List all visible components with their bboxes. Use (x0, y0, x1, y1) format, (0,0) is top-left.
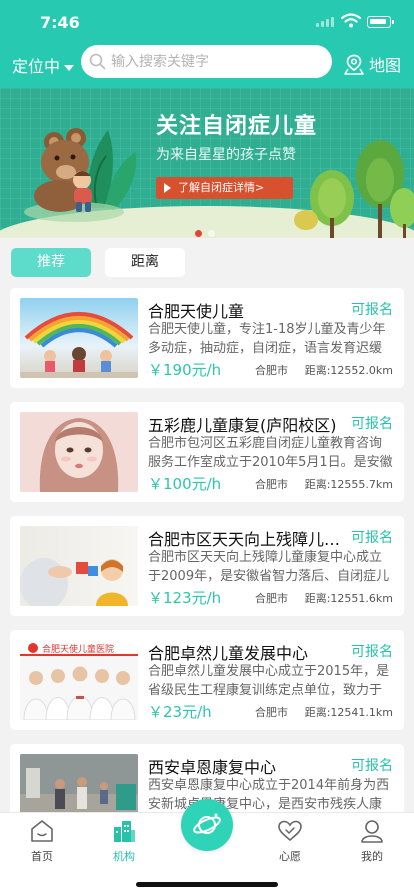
institution-city: 合肥市 (255, 706, 288, 719)
banner-cta-button[interactable]: 了解自闭症详情> (156, 177, 293, 199)
tab-mine[interactable]: 我的 (342, 819, 402, 864)
institution-distance: 距离:12551.6km (304, 592, 393, 605)
heart-icon (278, 820, 302, 842)
institution-card[interactable]: 五彩鹿儿童康复(庐阳校区) 可报名 合肥市包河区五彩鹿自闭症儿童教育咨询服务工作… (10, 402, 404, 502)
carousel-indicator (195, 222, 221, 241)
wifi-icon (341, 13, 361, 28)
building-icon (114, 821, 135, 842)
tab-institution[interactable]: 机构 (94, 819, 154, 864)
filter-distance[interactable]: 距离 (105, 248, 185, 277)
enroll-badge[interactable]: 可报名 (351, 641, 393, 661)
tab-wish[interactable]: 心愿 (260, 819, 320, 864)
institution-price: ￥123元/h (148, 589, 222, 607)
center-planet-button[interactable] (181, 799, 233, 851)
enroll-badge[interactable]: 可报名 (351, 527, 393, 547)
institution-distance: 距离:12541.1km (304, 706, 393, 719)
institution-card[interactable]: 合肥天使儿童 可报名 合肥天使儿童，专注1-18岁儿童及青少年多动症，抽动症，自… (10, 288, 404, 388)
banner-subtitle: 为来自星星的孩子点赞 (156, 147, 296, 163)
map-pin-icon (344, 54, 364, 75)
institution-name: 合肥市区天天向上残障儿童康复中心 (148, 530, 348, 549)
search-icon (89, 53, 106, 70)
institution-photo (20, 526, 138, 606)
signal-icon (316, 17, 338, 27)
institution-distance: 距离:12552.0km (304, 364, 393, 377)
bear-and-child-illustration (24, 128, 137, 222)
tab-home-label: 首页 (31, 850, 53, 863)
home-icon (31, 820, 53, 842)
institution-name: 五彩鹿儿童康复(庐阳校区) (148, 416, 337, 435)
tab-wish-label: 心愿 (279, 850, 301, 863)
institution-desc: 合肥天使儿童，专注1-18岁儿童及青少年多动症，抽动症，自闭症，语言发育迟缓等 (148, 322, 386, 356)
institution-desc: 西安卓恩康复中心成立于2014年前身为西安新城卓恩康复中心，是西安市残疾人康复 (148, 778, 390, 812)
status-bar: 7:46 (0, 0, 414, 44)
institution-city: 合肥市 (255, 592, 288, 605)
location-label: 定位中 (12, 57, 61, 76)
institution-price: ￥190元/h (148, 361, 222, 379)
status-time: 7:46 (40, 13, 80, 32)
tab-mine-label: 我的 (361, 850, 383, 863)
trees-illustration (294, 140, 414, 238)
institution-desc: 合肥卓然儿童发展中心成立于2015年，是省级民生工程康复训练定点单位，致力于 (148, 664, 390, 698)
planet-icon (193, 813, 221, 834)
enroll-badge[interactable]: 可报名 (351, 299, 393, 319)
banner-title: 关注自闭症儿童 (156, 114, 318, 139)
institution-name: 合肥天使儿童 (148, 302, 245, 321)
institution-price: ￥100元/h (148, 475, 222, 493)
institution-price: ￥23元/h (148, 703, 212, 721)
institution-photo (20, 298, 138, 378)
institution-card[interactable]: 合肥市区天天向上残障儿童康复中心 可报名 合肥市区天天向上残障儿童康复中心成立于… (10, 516, 404, 616)
institution-name: 西安卓恩康复中心 (148, 758, 277, 777)
search-box[interactable] (81, 45, 332, 78)
promo-banner[interactable]: 关注自闭症儿童 为来自星星的孩子点赞 了解自闭症详情> (0, 88, 414, 238)
battery-icon (367, 16, 391, 28)
carousel-dot-active[interactable] (195, 230, 202, 237)
tab-home[interactable]: 首页 (12, 819, 72, 864)
institution-distance: 距离:12555.7km (304, 478, 393, 491)
enroll-badge[interactable]: 可报名 (351, 413, 393, 433)
filter-recommend[interactable]: 推荐 (11, 248, 91, 277)
caret-down-icon (64, 64, 75, 71)
home-indicator (136, 882, 278, 887)
institution-photo (20, 412, 138, 492)
search-input[interactable] (111, 45, 321, 78)
institution-city: 合肥市 (255, 478, 288, 491)
user-icon (361, 820, 383, 843)
tab-institution-label: 机构 (113, 850, 135, 863)
institution-card[interactable]: 合肥天使儿童医院 合肥卓然儿童发展中心 可报名 合肥卓然儿童发展中心成立于201… (10, 630, 404, 730)
map-button[interactable]: 地图 (344, 52, 401, 76)
carousel-dot[interactable] (208, 230, 215, 237)
enroll-badge[interactable]: 可报名 (351, 755, 393, 775)
institution-desc: 合肥市包河区五彩鹿自闭症儿童教育咨询服务工作室成立于2010年5月1日。是安徽省 (148, 436, 393, 470)
institution-name: 合肥卓然儿童发展中心 (148, 644, 309, 663)
institution-desc: 合肥市区天天向上残障儿童康复中心成立于2009年，是安徽省智力落后、自闭症儿童康… (148, 550, 390, 584)
location-selector[interactable]: 定位中 (12, 53, 75, 77)
institution-city: 合肥市 (255, 364, 288, 377)
map-label: 地图 (369, 56, 402, 75)
institution-photo: 合肥天使儿童医院 (20, 640, 138, 720)
battery-tip (392, 20, 394, 24)
